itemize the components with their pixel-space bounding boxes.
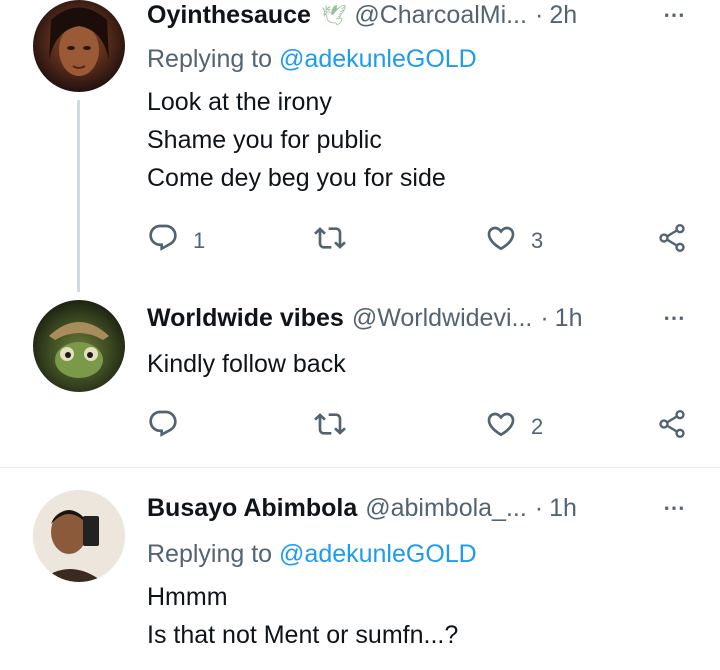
tweet-3[interactable]: Busayo Abimbola @abimbola_... · 1h ⋯ Rep… [0, 490, 720, 670]
reply-button[interactable]: 1 [147, 222, 205, 260]
tweet-header: Busayo Abimbola @abimbola_... · 1h [147, 493, 690, 523]
retweet-icon [314, 222, 346, 260]
more-icon[interactable]: ⋯ [663, 2, 686, 28]
tweet-2[interactable]: Worldwide vibes @Worldwidevi... · 1h ⋯ K… [0, 300, 720, 460]
mention-link[interactable]: @adekunleGOLD [279, 540, 477, 568]
tweet-line: Shame you for public [147, 126, 382, 154]
tweet-line: Look at the irony [147, 88, 332, 116]
separator-dot: · [534, 493, 544, 522]
like-count: 2 [531, 414, 544, 439]
tweet-text: Hmmm Is that not Ment or sumfn...? [147, 578, 458, 654]
tweet-line: Kindly follow back [147, 350, 346, 378]
reply-button[interactable] [147, 408, 179, 446]
more-icon[interactable]: ⋯ [663, 305, 686, 331]
timestamp[interactable]: 1h [555, 304, 583, 333]
avatar[interactable] [33, 490, 125, 582]
separator-dot: · [535, 0, 544, 29]
tweet-1[interactable]: Oyinthesauce 🕊 @CharcoalMi... · 2h ⋯ Rep… [0, 0, 720, 292]
tweet-text: Look at the irony Shame you for public C… [147, 83, 446, 197]
mention-link[interactable]: @adekunleGOLD [279, 45, 477, 73]
timestamp[interactable]: 2h [549, 1, 577, 30]
replying-to-label: Replying to [147, 45, 273, 73]
retweet-icon [314, 408, 346, 446]
reply-icon [147, 408, 179, 446]
replying-to: Replying to @adekunleGOLD [147, 540, 477, 569]
reply-icon [147, 222, 179, 260]
avatar[interactable] [33, 300, 125, 392]
display-name[interactable]: Oyinthesauce [147, 1, 311, 30]
heart-icon [485, 222, 517, 260]
tweet-header: Oyinthesauce 🕊 @CharcoalMi... · 2h [147, 0, 690, 30]
tweet-text: Kindly follow back [147, 345, 346, 383]
share-icon [656, 222, 688, 260]
tweet-line: Is that not Ment or sumfn...? [147, 621, 459, 649]
like-button[interactable]: 2 [485, 408, 543, 446]
share-button[interactable] [656, 408, 688, 446]
tweet-line: Come dey beg you for side [147, 164, 446, 192]
dove-emoji: 🕊 [320, 4, 347, 27]
tweet-actions: 2 [147, 408, 692, 448]
tweet-line: Hmmm [147, 583, 228, 611]
replying-to: Replying to @adekunleGOLD [147, 45, 477, 74]
replying-to-label: Replying to [147, 540, 273, 568]
tweet-actions: 1 3 [147, 222, 692, 262]
username-handle[interactable]: @abimbola_... [365, 494, 527, 523]
display-name[interactable]: Worldwide vibes [147, 304, 344, 333]
avatar[interactable] [33, 0, 125, 92]
display-name[interactable]: Busayo Abimbola [147, 494, 357, 523]
retweet-button[interactable] [314, 408, 346, 446]
reply-count: 1 [193, 228, 206, 253]
username-handle[interactable]: @CharcoalMi... [354, 1, 527, 30]
username-handle[interactable]: @Worldwidevi... [352, 304, 533, 333]
tweet-divider [0, 467, 720, 468]
tweet-header: Worldwide vibes @Worldwidevi... · 1h [147, 303, 690, 333]
heart-icon [485, 408, 517, 446]
like-button[interactable]: 3 [485, 222, 543, 260]
timestamp[interactable]: 1h [549, 494, 577, 523]
separator-dot: · [540, 303, 549, 332]
retweet-button[interactable] [314, 222, 346, 260]
like-count: 3 [531, 228, 544, 253]
thread-line [77, 100, 80, 292]
share-icon [656, 408, 688, 446]
more-icon[interactable]: ⋯ [663, 495, 686, 521]
share-button[interactable] [656, 222, 688, 260]
